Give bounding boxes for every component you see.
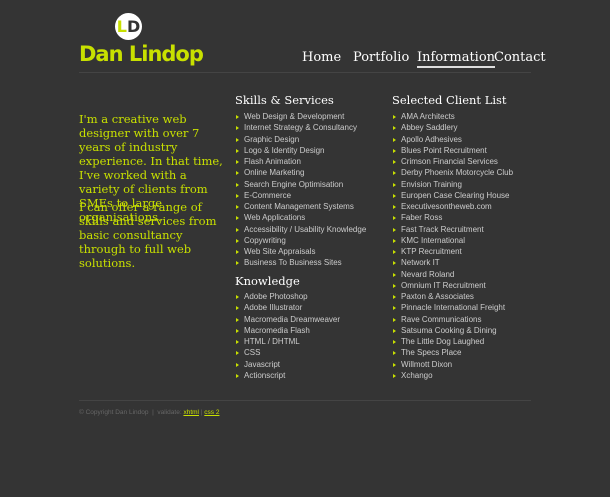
- list-item: Online Marketing: [235, 167, 366, 178]
- nav-information[interactable]: Information: [417, 50, 496, 68]
- list-item: Adobe Illustrator: [235, 302, 340, 313]
- list-item: CSS: [235, 347, 340, 358]
- list-item: Web Site Appraisals: [235, 246, 366, 257]
- list-item: Accessibility / Usability Knowledge: [235, 224, 366, 235]
- logo-text[interactable]: Dan Lindop: [79, 42, 204, 66]
- copyright: © Copyright Dan Lindop: [79, 409, 149, 416]
- list-item: Derby Phoenix Motorcycle Club: [392, 167, 513, 178]
- list-item: Business To Business Sites: [235, 257, 366, 268]
- skills-list: Web Design & Development Internet Strateg…: [235, 111, 366, 269]
- list-item: Content Management Systems: [235, 201, 366, 212]
- list-item: Web Design & Development: [235, 111, 366, 122]
- validate-label: validate:: [157, 409, 182, 416]
- separator: |: [152, 409, 154, 416]
- css-link[interactable]: css 2: [204, 409, 219, 416]
- knowledge-list: Adobe Photoshop Adobe Illustrator Macromed…: [235, 291, 340, 381]
- list-item: Internet Strategy & Consultancy: [235, 122, 366, 133]
- list-item: Paxton & Associates: [392, 291, 513, 302]
- list-item: Satsuma Cooking & Dining: [392, 325, 513, 336]
- list-item: Javascript: [235, 359, 340, 370]
- intro-paragraph-2: I can offer a range of skills and servic…: [79, 200, 217, 270]
- list-item: Web Applications: [235, 212, 366, 223]
- list-item: Network IT: [392, 257, 513, 268]
- logo-icon[interactable]: LD: [115, 13, 142, 40]
- clients-heading: Selected Client List: [392, 93, 507, 107]
- list-item: E-Commerce: [235, 190, 366, 201]
- list-item: The Little Dog Laughed: [392, 336, 513, 347]
- list-item: Actionscript: [235, 370, 340, 381]
- list-item: KTP Recruitment: [392, 246, 513, 257]
- nav-portfolio[interactable]: Portfolio: [353, 50, 409, 65]
- list-item: Faber Ross: [392, 212, 513, 223]
- list-item: Search Engine Optimisation: [235, 179, 366, 190]
- list-item: Abbey Saddlery: [392, 122, 513, 133]
- list-item: Rave Communications: [392, 314, 513, 325]
- list-item: Europen Case Clearing House: [392, 190, 513, 201]
- footer: © Copyright Dan Lindop | validate: xhtml…: [79, 409, 220, 416]
- list-item: Logo & Identity Design: [235, 145, 366, 156]
- nav-home[interactable]: Home: [302, 50, 341, 65]
- list-item: Omnium IT Recruitment: [392, 280, 513, 291]
- list-item: Macromedia Flash: [235, 325, 340, 336]
- list-item: Willmott Dixon: [392, 359, 513, 370]
- list-item: Blues Point Recruitment: [392, 145, 513, 156]
- nav-contact[interactable]: Contact: [494, 50, 546, 65]
- list-item: Crimson Financial Services: [392, 156, 513, 167]
- list-item: The Specs Place: [392, 347, 513, 358]
- list-item: Fast Track Recruitment: [392, 224, 513, 235]
- list-item: Copywriting: [235, 235, 366, 246]
- xhtml-link[interactable]: xhtml: [183, 409, 199, 416]
- footer-divider: [79, 400, 531, 401]
- list-item: HTML / DHTML: [235, 336, 340, 347]
- knowledge-heading: Knowledge: [235, 274, 300, 288]
- clients-list: AMA Architects Abbey Saddlery Apollo Adhes…: [392, 111, 513, 381]
- list-item: Adobe Photoshop: [235, 291, 340, 302]
- list-item: KMC International: [392, 235, 513, 246]
- list-item: Xchango: [392, 370, 513, 381]
- list-item: Macromedia Dreamweaver: [235, 314, 340, 325]
- list-item: Executivesontheweb.com: [392, 201, 513, 212]
- list-item: Envision Training: [392, 179, 513, 190]
- list-item: Pinnacle International Freight: [392, 302, 513, 313]
- header-divider: [79, 72, 531, 73]
- list-item: Graphic Design: [235, 134, 366, 145]
- list-item: Nevard Roland: [392, 269, 513, 280]
- list-item: AMA Architects: [392, 111, 513, 122]
- list-item: Flash Animation: [235, 156, 366, 167]
- skills-heading: Skills & Services: [235, 93, 334, 107]
- list-item: Apollo Adhesives: [392, 134, 513, 145]
